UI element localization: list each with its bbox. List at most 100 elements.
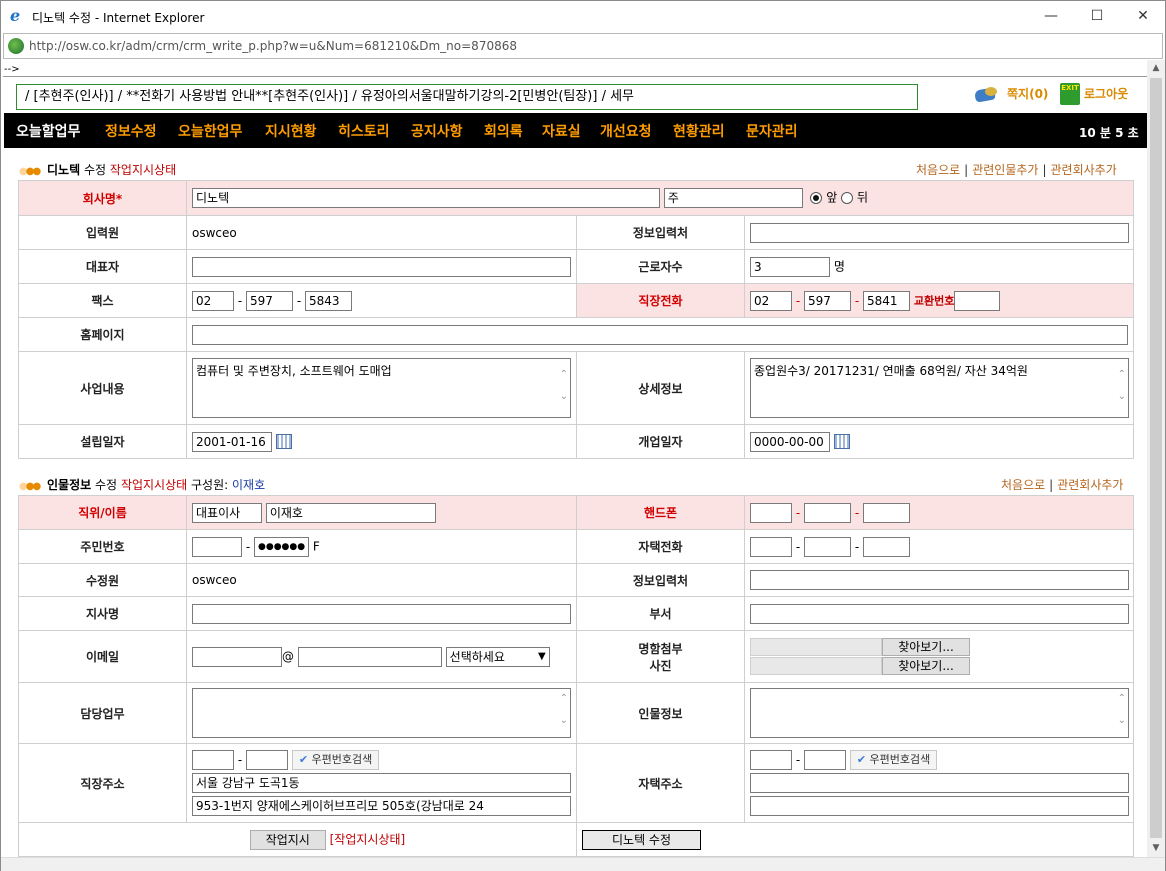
position-input[interactable]: 대표이사 — [192, 502, 262, 523]
scroll-down-icon[interactable]: ▼ — [1147, 840, 1165, 857]
person-name-input[interactable]: 이재호 — [265, 502, 436, 523]
person-work-status-link[interactable]: 작업지시상태 — [121, 478, 187, 492]
company-suffix-input[interactable]: 주 — [663, 188, 803, 208]
detail-textarea[interactable]: 종업원수3/ 20171231/ 연매출 68억원/ 자산 34억원 ⌃ ⌄ — [750, 358, 1129, 418]
nav-done-today[interactable]: 오늘한업무 — [178, 121, 242, 141]
email-domain-select[interactable]: 선택하세요 ▼ — [445, 646, 550, 667]
link-add-related-person[interactable]: 관련인물추가 — [972, 163, 1038, 177]
nav-sms[interactable]: 문자관리 — [746, 121, 798, 141]
textarea-scroll-up-icon[interactable]: ⌃ — [560, 369, 568, 380]
mobile-3-input[interactable] — [863, 502, 910, 523]
work-zip-2-input[interactable] — [246, 749, 288, 770]
work-zip-1-input[interactable] — [192, 749, 234, 770]
duty-textarea[interactable]: ⌃ ⌄ — [192, 688, 571, 738]
memo-bird-icon[interactable] — [973, 85, 1001, 103]
nav-improvements[interactable]: 개선요청 — [600, 121, 652, 141]
textarea-scroll-down-icon[interactable]: ⌄ — [1118, 715, 1126, 726]
nav-directives[interactable]: 지시현황 — [265, 121, 317, 141]
person-info-source-input[interactable] — [750, 570, 1129, 590]
home-zip-2-input[interactable] — [804, 749, 846, 770]
minimize-button[interactable]: — — [1028, 1, 1074, 32]
memo-link[interactable]: 쪽지(0) — [1007, 85, 1048, 102]
textarea-scroll-down-icon[interactable]: ⌄ — [560, 715, 568, 726]
ssn-front-input[interactable] — [192, 536, 242, 557]
link-add-related-company[interactable]: 관련회사추가 — [1057, 478, 1123, 492]
member-name-link[interactable]: 이재호 — [232, 478, 265, 492]
info-source-input[interactable] — [750, 222, 1129, 243]
calendar-icon[interactable] — [834, 434, 850, 449]
home-phone-1-input[interactable] — [750, 536, 792, 557]
nav-status[interactable]: 현황관리 — [673, 121, 725, 141]
employees-input[interactable]: 3 — [750, 256, 830, 277]
scroll-thumb[interactable] — [1150, 78, 1162, 838]
person-info-textarea[interactable]: ⌃ ⌄ — [750, 688, 1129, 738]
home-address-2-input[interactable] — [750, 795, 1129, 816]
card-file-input[interactable]: 찾아보기... — [750, 638, 1133, 656]
link-add-related-company[interactable]: 관련회사추가 — [1051, 163, 1117, 177]
email-domain-input[interactable] — [297, 646, 442, 667]
nav-notices[interactable]: 공지사항 — [411, 121, 463, 141]
vertical-scrollbar[interactable]: ▲ ▼ — [1147, 60, 1165, 857]
work-address-1-input[interactable]: 서울 강남구 도곡1동 — [192, 772, 571, 793]
home-zip-1-input[interactable] — [750, 749, 792, 770]
home-phone-3-input[interactable] — [863, 536, 910, 557]
founded-input[interactable]: 2001-01-16 — [192, 431, 272, 452]
card-file-path[interactable] — [750, 638, 882, 656]
radio-back[interactable] — [841, 192, 854, 204]
mobile-1-input[interactable] — [750, 502, 792, 523]
textarea-scroll-up-icon[interactable]: ⌃ — [560, 693, 568, 704]
ceo-input[interactable] — [192, 256, 571, 277]
calendar-icon[interactable] — [276, 434, 292, 449]
fax-line-input[interactable]: 5843 — [305, 290, 352, 311]
branch-input[interactable] — [192, 603, 571, 624]
nav-history[interactable]: 히스토리 — [338, 121, 390, 141]
photo-file-path[interactable] — [750, 657, 882, 675]
business-textarea[interactable]: 컴퓨터 및 주변장치, 소프트웨어 도매업 ⌃ ⌄ — [192, 358, 571, 418]
notice-ticker[interactable]: / [추현주(인사)] / **전화기 사용방법 안내**[추현주(인사)] /… — [16, 84, 918, 110]
assign-status-link[interactable]: [작업지시상태] — [330, 832, 406, 846]
logout-link[interactable]: 로그아웃 — [1084, 85, 1128, 102]
exit-icon[interactable]: EXIT — [1060, 83, 1080, 105]
work-address-2-input[interactable]: 953-1번지 양재에스케이허브프리모 505호(강남대로 24 — [192, 795, 571, 816]
close-button[interactable]: ✕ — [1120, 1, 1166, 32]
work-phone-area-input[interactable]: 02 — [750, 290, 792, 311]
card-browse-button[interactable]: 찾아보기... — [882, 638, 970, 656]
home-zip-search-button[interactable]: ✔ 우편번호검색 — [849, 749, 938, 770]
photo-browse-button[interactable]: 찾아보기... — [882, 657, 970, 675]
radio-front[interactable] — [810, 192, 823, 204]
textarea-scroll-up-icon[interactable]: ⌃ — [1118, 693, 1126, 704]
exchange-input[interactable] — [954, 290, 1001, 311]
textarea-scroll-down-icon[interactable]: ⌄ — [560, 391, 568, 402]
maximize-button[interactable]: ☐ — [1074, 1, 1120, 32]
photo-file-input[interactable]: 찾아보기... — [750, 657, 1133, 675]
home-phone-2-input[interactable] — [804, 536, 851, 557]
link-first[interactable]: 처음으로 — [916, 163, 960, 177]
homepage-input[interactable] — [192, 324, 1128, 345]
dept-input[interactable] — [750, 603, 1129, 624]
home-address-1-input[interactable] — [750, 772, 1129, 793]
work-status-link[interactable]: 작업지시상태 — [110, 163, 176, 177]
ssn-back-input[interactable]: ●●●●●● — [254, 536, 309, 557]
work-zip-search-button[interactable]: ✔ 우편번호검색 — [291, 749, 380, 770]
submit-edit-button[interactable]: 디노텍 수정 — [582, 829, 701, 850]
work-phone-line-input[interactable]: 5841 — [863, 290, 910, 311]
nav-archive[interactable]: 자료실 — [542, 121, 581, 141]
link-first[interactable]: 처음으로 — [1001, 478, 1045, 492]
email-user-input[interactable] — [192, 646, 282, 667]
textarea-scroll-up-icon[interactable]: ⌃ — [1118, 369, 1126, 380]
nav-edit-info[interactable]: 정보수정 — [105, 121, 157, 141]
fax-prefix-input[interactable]: 597 — [246, 290, 293, 311]
opened-input[interactable]: 0000-00-00 — [750, 431, 830, 452]
nav-minutes[interactable]: 회의록 — [484, 121, 523, 141]
address-url[interactable]: http://osw.co.kr/adm/crm/crm_write_p.php… — [29, 39, 517, 53]
nav-today-tasks[interactable]: 오늘할업무 — [16, 121, 80, 141]
work-phone-prefix-input[interactable]: 597 — [804, 290, 851, 311]
textarea-scroll-down-icon[interactable]: ⌄ — [1118, 391, 1126, 402]
assign-button[interactable]: 작업지시 — [249, 829, 326, 850]
company-name-input[interactable]: 디노텍 — [192, 188, 660, 208]
scroll-up-icon[interactable]: ▲ — [1147, 60, 1165, 77]
chevron-down-icon: ▼ — [537, 650, 546, 662]
fax-area-input[interactable]: 02 — [192, 290, 234, 311]
mobile-2-input[interactable] — [804, 502, 851, 523]
address-bar[interactable]: http://osw.co.kr/adm/crm/crm_write_p.php… — [3, 33, 1163, 59]
